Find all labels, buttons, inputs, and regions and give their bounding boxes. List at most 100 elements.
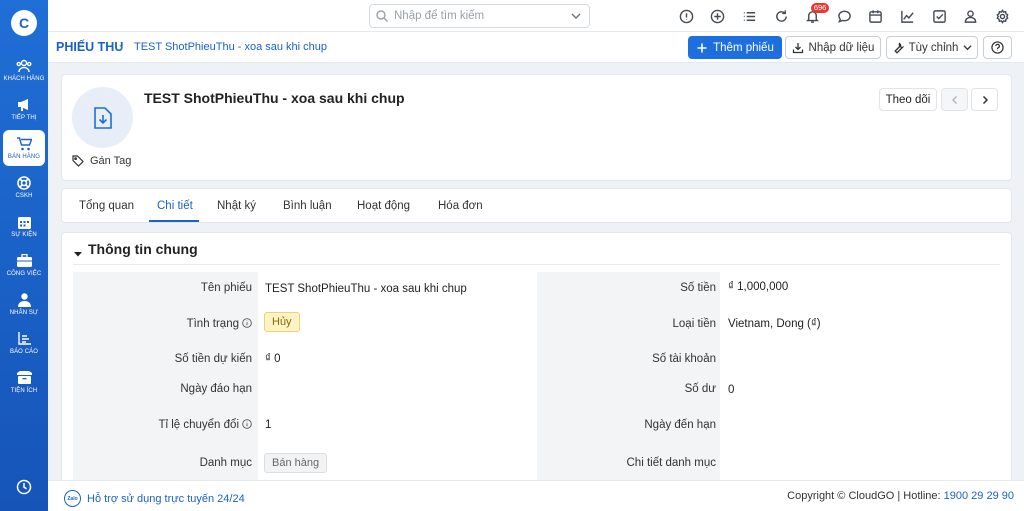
sidebar-item-reports[interactable]: BÁO CÁO [3, 325, 45, 361]
list-icon[interactable] [734, 0, 766, 32]
search-icon [376, 10, 388, 22]
app-logo[interactable]: C [11, 10, 37, 36]
search-placeholder: Nhập để tìm kiếm [394, 10, 485, 22]
copyright-text: Copyright © CloudGO | Hotline: 1900 29 2… [787, 490, 1014, 502]
sidebar-item-hr[interactable]: NHÂN SỰ [3, 286, 45, 322]
field-value-conversion-rate[interactable]: 1 [265, 419, 271, 431]
breadcrumb-current: TEST ShotPhieuThu - xoa sau khi chup [134, 41, 328, 53]
category-chip[interactable]: Bán hàng [264, 453, 328, 473]
import-data-label: Nhập dữ liệu [808, 41, 875, 54]
wrench-icon [892, 42, 904, 54]
field-label-conversion-rate: Tỉ lệ chuyển đổi [158, 419, 252, 431]
add-icon[interactable] [702, 0, 734, 32]
field-value-name[interactable]: TEST ShotPhieuThu - xoa sau khi chup [265, 283, 467, 295]
bell-icon[interactable]: 696 [797, 0, 830, 32]
lifebuoy-icon [16, 175, 32, 190]
add-receipt-button[interactable]: Thêm phiếu [688, 36, 782, 59]
footer: Zalo Hỗ trợ sử dụng trực tuyến 24/24 Cop… [48, 480, 1024, 511]
tab-comments[interactable]: Bình luận [283, 200, 332, 212]
sidebar-item-customers[interactable]: KHÁCH HÀNG [3, 52, 45, 88]
import-data-button[interactable]: Nhập dữ liệu [785, 36, 881, 59]
chat-icon[interactable] [828, 0, 860, 32]
customize-button[interactable]: Tùy chỉnh [886, 36, 978, 59]
chart-icon[interactable] [892, 0, 924, 32]
general-info-section: Thông tin chung Tên phiếu TEST ShotPhieu… [61, 232, 1012, 493]
info-icon [242, 318, 252, 328]
section-divider [73, 264, 1000, 265]
sidebar-item-events[interactable]: SỰ KIỆN [3, 208, 45, 244]
import-icon [792, 42, 804, 54]
field-value-balance[interactable]: 0 [728, 384, 734, 396]
users-icon [16, 59, 32, 73]
field-label-account-number: Số tài khoản [652, 353, 716, 365]
sidebar-item-label: BÁN HÀNG [7, 153, 41, 160]
field-value-currency[interactable]: Vietnam, Dong (₫) [728, 318, 821, 330]
follow-button[interactable]: Theo dõi [879, 88, 937, 111]
briefcase-icon [16, 254, 32, 268]
receipt-download-icon [92, 106, 114, 130]
sidebar-item-label: TIẾP THỊ [11, 114, 37, 121]
calendar-icon[interactable] [860, 0, 892, 32]
box-icon [16, 371, 32, 385]
sidebar-item-label: CÔNG VIỆC [6, 270, 42, 277]
zalo-icon: Zalo [64, 490, 81, 507]
assign-tag-button[interactable]: Gán Tag [72, 155, 131, 167]
section-toggle[interactable]: Thông tin chung [74, 241, 198, 257]
field-label-due-date: Ngày đến hạn [644, 419, 716, 431]
alert-icon[interactable] [670, 0, 702, 32]
online-support-link[interactable]: Zalo Hỗ trợ sử dụng trực tuyến 24/24 [64, 490, 245, 507]
add-receipt-label: Thêm phiếu [713, 41, 774, 54]
sidebar-item-label: CSKH [15, 192, 33, 199]
tab-activities[interactable]: Hoạt động [357, 200, 410, 212]
global-search-input[interactable]: Nhập để tìm kiếm [369, 4, 590, 28]
field-label-expected-amount: Số tiền dự kiến [174, 353, 252, 365]
sidebar-item-utilities[interactable]: TIỆN ÍCH [3, 364, 45, 400]
field-label-currency: Loại tiền [672, 318, 716, 330]
tab-details[interactable]: Chi tiết [157, 200, 193, 212]
sidebar-item-tasks[interactable]: CÔNG VIỆC [3, 247, 45, 283]
tab-log[interactable]: Nhật ký [217, 200, 256, 212]
field-label-name: Tên phiếu [200, 282, 252, 294]
field-label-amount: Số tiền [680, 282, 716, 294]
status-badge[interactable]: Hủy [264, 312, 300, 332]
calendar-icon [16, 215, 32, 229]
notification-badge: 696 [810, 3, 830, 13]
chevron-down-icon[interactable] [571, 11, 581, 21]
breadcrumb-root-link[interactable]: PHIẾU THU [56, 40, 123, 54]
help-button[interactable] [983, 36, 1012, 59]
support-text: Hỗ trợ sử dụng trực tuyến 24/24 [87, 492, 245, 505]
field-label-maturity-date: Ngày đáo hạn [180, 383, 252, 395]
sidebar-item-sales[interactable]: BÁN HÀNG [3, 130, 45, 166]
field-label-category-detail: Chi tiết danh mục [626, 457, 717, 469]
refresh-icon[interactable] [765, 0, 797, 32]
sidebar-item-label: TIỆN ÍCH [10, 387, 38, 394]
next-record-button[interactable] [971, 88, 998, 111]
tab-overview[interactable]: Tổng quan [79, 200, 134, 212]
report-icon [16, 332, 32, 346]
sidebar-item-label: SỰ KIỆN [11, 231, 37, 238]
field-label-category: Danh mục [199, 457, 252, 469]
sidebar-item-label: NHÂN SỰ [9, 309, 39, 316]
tab-invoices[interactable]: Hóa đơn [438, 200, 483, 212]
breadcrumb-separator: › [119, 40, 123, 54]
checkbox-icon[interactable] [923, 0, 955, 32]
info-icon [242, 419, 252, 429]
record-avatar [72, 87, 133, 148]
field-value-amount[interactable]: ₫ 1,000,000 [728, 281, 788, 293]
chevron-down-icon [963, 43, 972, 52]
clock-icon[interactable] [16, 479, 32, 495]
hotline-number[interactable]: 1900 29 29 90 [944, 490, 1014, 502]
sidebar-item-support[interactable]: CSKH [3, 169, 45, 205]
caret-down-icon [74, 245, 82, 257]
user-icon[interactable] [955, 0, 987, 32]
gear-icon[interactable] [986, 0, 1018, 32]
customize-label: Tùy chỉnh [908, 41, 959, 54]
previous-record-button[interactable] [941, 88, 968, 111]
section-title: Thông tin chung [88, 241, 198, 257]
megaphone-icon [16, 98, 32, 112]
sidebar-item-label: BÁO CÁO [9, 348, 39, 355]
field-value-expected-amount[interactable]: ₫ 0 [265, 353, 281, 365]
field-label-balance: Số dư [684, 383, 716, 395]
sidebar-item-marketing[interactable]: TIẾP THỊ [3, 91, 45, 127]
breadcrumb-bar: PHIẾU THU › TEST ShotPhieuThu - xoa sau … [48, 32, 1024, 63]
